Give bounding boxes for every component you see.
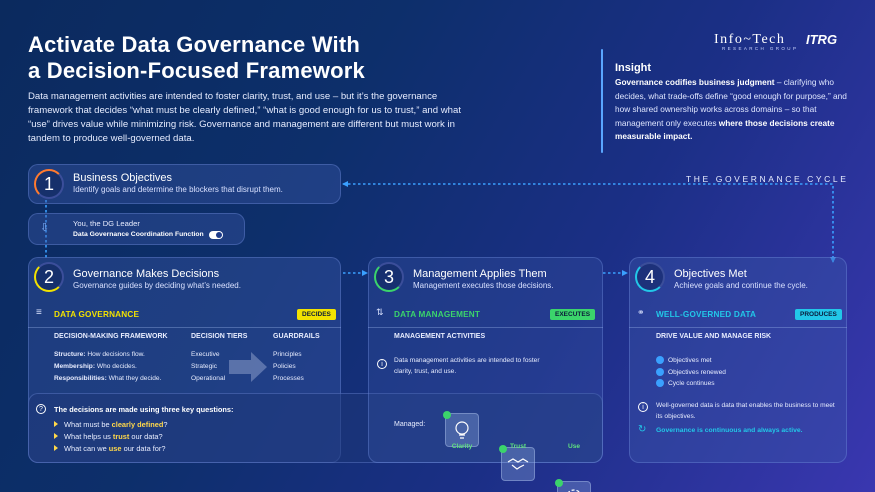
framework-column-header: DECISION-MAKING FRAMEWORK	[54, 333, 168, 340]
well-governed-data-heading: WELL-GOVERNED DATA	[656, 310, 757, 319]
use-label: Use	[567, 443, 581, 450]
step1-title: Business Objectives	[73, 172, 173, 184]
step3-title: Management Applies Them	[413, 268, 547, 280]
check-icon	[656, 356, 664, 365]
info-icon: i	[377, 359, 387, 369]
check-icon	[656, 379, 664, 388]
questions-list: What must be clearly defined? What helps…	[54, 419, 168, 455]
check-icon	[555, 479, 563, 487]
divider	[28, 327, 341, 328]
step2-subtitle: Governance guides by deciding what’s nee…	[73, 281, 241, 290]
dg-leader-card	[28, 213, 245, 245]
step1-subtitle: Identify goals and determine the blocker…	[73, 185, 283, 194]
step1-card	[28, 164, 341, 204]
step4-title: Objectives Met	[674, 268, 747, 280]
coordination-function-label: Data Governance Coordination Function	[73, 231, 204, 238]
list-item: Objectives renewed	[656, 367, 726, 379]
management-column-header: MANAGEMENT ACTIVITIES	[394, 333, 486, 340]
step2-title: Governance Makes Decisions	[73, 268, 220, 280]
step3-number: 3	[374, 262, 404, 292]
arrow-icon	[622, 270, 628, 276]
cycle-right-line	[750, 183, 834, 262]
step1-number: 1	[34, 169, 64, 199]
list-item: Executive	[191, 351, 220, 358]
framework-list: Structure: How decisions flow. Membershi…	[54, 349, 194, 385]
dg-leader-label: You, the DG Leader	[73, 219, 140, 228]
outcomes-list: Objectives met Objectives renewed Cycle …	[656, 355, 726, 390]
management-text: Data management activities are intended …	[394, 357, 540, 375]
tiers-list: Executive Strategic Operational	[191, 349, 225, 385]
list-item: Responsibilities: What they decide.	[54, 375, 162, 382]
check-icon	[656, 367, 664, 376]
governance-continuous-text: Governance is continuous and always acti…	[656, 427, 803, 434]
data-management-heading: DATA MANAGEMENT	[394, 310, 481, 319]
list-item: Principles	[273, 351, 302, 358]
share-icon: ⚭	[637, 307, 645, 317]
list-item: What can we use our data for?	[54, 443, 168, 455]
list-item: Processes	[273, 375, 304, 382]
list-item: Policies	[273, 363, 296, 370]
list-item: Strategic	[191, 363, 218, 370]
data-governance-heading: DATA GOVERNANCE	[54, 310, 140, 319]
trust-label: Trust	[509, 443, 527, 450]
info-icon: i	[638, 402, 648, 412]
list-item: What helps us trust our data?	[54, 431, 168, 443]
produces-badge: PRODUCES	[795, 309, 842, 320]
executes-badge: EXECUTES	[550, 309, 596, 320]
list-item: Operational	[191, 375, 226, 382]
list-item: What must be clearly defined?	[54, 419, 168, 431]
step2-number: 2	[34, 262, 64, 292]
sort-icon: ⇅	[376, 307, 384, 317]
list-item: Cycle continues	[656, 378, 726, 390]
sliders-icon: ≡	[36, 307, 42, 318]
coordination-toggle[interactable]	[209, 231, 223, 239]
use-tile	[555, 479, 591, 492]
value-risk-column-header: DRIVE VALUE AND MANAGE RISK	[656, 333, 772, 340]
list-item: Objectives met	[656, 355, 726, 367]
list-item: Structure: How decisions flow.	[54, 351, 145, 358]
check-icon	[443, 411, 451, 419]
handshake-icon	[507, 458, 529, 470]
trust-tile	[499, 445, 535, 481]
clarity-tile	[443, 411, 479, 447]
lightbulb-icon	[455, 421, 469, 439]
divider	[629, 327, 847, 328]
tiers-column-header: DECISION TIERS	[191, 333, 248, 340]
refresh-icon: ↻	[638, 424, 647, 435]
guardrails-list: Principles Policies Processes	[273, 349, 304, 385]
well-governed-info: Well-governed data is data that enables …	[656, 402, 835, 420]
divider	[368, 327, 603, 328]
gear-icon	[567, 489, 581, 492]
governance-cycle-label: THE GOVERNANCE CYCLE	[686, 174, 849, 184]
decides-badge: DECIDES	[297, 309, 336, 320]
chevron-down-icon: ⇩	[40, 222, 50, 234]
guardrails-column-header: GUARDRAILS	[273, 333, 320, 340]
step4-subtitle: Achieve goals and continue the cycle.	[674, 281, 808, 290]
step3-subtitle: Management executes those decisions.	[413, 281, 554, 290]
arrow-icon	[342, 181, 348, 187]
question-icon: ?	[36, 404, 46, 414]
clarity-label: Clarity	[451, 443, 473, 450]
managed-label: Managed:	[394, 421, 426, 428]
step4-number: 4	[635, 262, 665, 292]
list-item: Membership: Who decides.	[54, 363, 137, 370]
questions-heading: The decisions are made using three key q…	[54, 405, 234, 414]
tier-arrow-icon	[229, 352, 267, 382]
